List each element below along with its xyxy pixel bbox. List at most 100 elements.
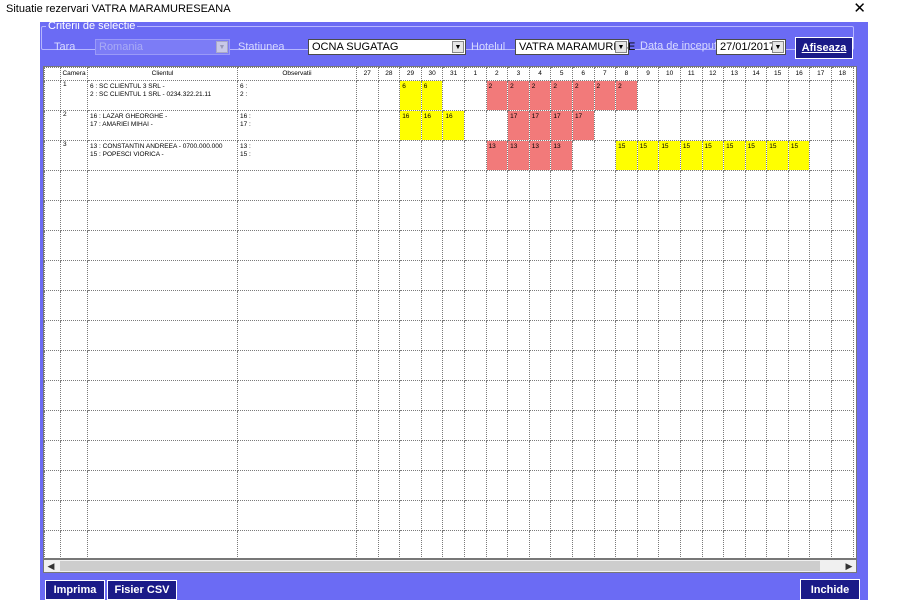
cell-day[interactable]: [831, 230, 854, 261]
cell-day[interactable]: [787, 500, 811, 531]
cell-day[interactable]: [787, 260, 811, 291]
cell-day[interactable]: [550, 380, 573, 411]
cell-day[interactable]: 2: [615, 80, 638, 111]
cell-day[interactable]: [831, 440, 854, 471]
cell-day[interactable]: [744, 470, 768, 501]
cell-clientul[interactable]: 6 : SC CLIENTUL 3 SRL -2 : SC CLIENTUL 1…: [87, 80, 238, 111]
cell-day[interactable]: [377, 230, 401, 261]
cell-day[interactable]: [809, 500, 833, 531]
cell-day[interactable]: [593, 170, 617, 201]
cell-day[interactable]: [679, 410, 703, 441]
cell-day[interactable]: [831, 80, 854, 111]
cell-day[interactable]: [636, 380, 660, 411]
cell-clientul[interactable]: [87, 200, 238, 231]
cell-day[interactable]: [787, 350, 811, 381]
cell-day[interactable]: [485, 230, 509, 261]
cell-day[interactable]: [593, 260, 617, 291]
cell-camera[interactable]: [60, 260, 88, 291]
cell-day[interactable]: [463, 290, 487, 321]
cell-observatii[interactable]: [237, 320, 357, 351]
cell-day[interactable]: [399, 470, 422, 501]
cell-day[interactable]: [723, 290, 746, 321]
table-row[interactable]: 3 13 : CONSTANTIN ANDREEA - 0700.000.000 1…: [44, 140, 854, 171]
cell-day[interactable]: [809, 110, 833, 141]
cell-day[interactable]: [615, 170, 638, 201]
cell-day[interactable]: [787, 320, 811, 351]
cell-day[interactable]: [420, 350, 444, 381]
cell-day[interactable]: [420, 140, 444, 171]
cell-camera[interactable]: [60, 290, 88, 321]
cell-day[interactable]: [701, 410, 725, 441]
cell-observatii[interactable]: [237, 380, 357, 411]
cell-day[interactable]: [701, 350, 725, 381]
cell-day[interactable]: [809, 80, 833, 111]
row-selector[interactable]: [44, 110, 61, 141]
cell-day[interactable]: [463, 440, 487, 471]
cell-day[interactable]: [809, 470, 833, 501]
cell-day[interactable]: [485, 290, 509, 321]
cell-day[interactable]: [744, 80, 768, 111]
cell-day[interactable]: 15: [679, 140, 703, 171]
cell-day[interactable]: [507, 350, 530, 381]
cell-observatii[interactable]: [237, 290, 357, 321]
cell-day[interactable]: [744, 230, 768, 261]
cell-day[interactable]: [485, 410, 509, 441]
cell-day[interactable]: [593, 350, 617, 381]
cell-day[interactable]: [571, 260, 595, 291]
cell-day[interactable]: [442, 410, 465, 441]
cell-day[interactable]: [571, 410, 595, 441]
cell-day[interactable]: [571, 470, 595, 501]
cell-day[interactable]: [528, 530, 552, 558]
hotelul-select[interactable]: VATRA MARAMURESE ▼: [515, 39, 635, 55]
cell-day[interactable]: [463, 170, 487, 201]
cell-day[interactable]: [787, 80, 811, 111]
cell-day[interactable]: [377, 470, 401, 501]
cell-day[interactable]: [679, 500, 703, 531]
cell-day[interactable]: [420, 380, 444, 411]
cell-day[interactable]: [766, 410, 789, 441]
cell-day[interactable]: [485, 260, 509, 291]
cell-day[interactable]: [420, 410, 444, 441]
cell-observatii[interactable]: 16 :17 :: [237, 110, 357, 141]
cell-day[interactable]: [399, 350, 422, 381]
cell-day[interactable]: [679, 350, 703, 381]
cell-day[interactable]: [399, 200, 422, 231]
cell-clientul[interactable]: [87, 440, 238, 471]
cell-day[interactable]: [485, 530, 509, 558]
cell-day[interactable]: [766, 80, 789, 111]
cell-camera[interactable]: [60, 320, 88, 351]
cell-day[interactable]: [550, 440, 573, 471]
cell-day[interactable]: [528, 500, 552, 531]
cell-day[interactable]: [442, 170, 465, 201]
cell-day[interactable]: [593, 410, 617, 441]
cell-day[interactable]: [356, 290, 379, 321]
cell-day[interactable]: [593, 140, 617, 171]
cell-day[interactable]: [787, 440, 811, 471]
cell-day[interactable]: [744, 170, 768, 201]
cell-day[interactable]: [701, 470, 725, 501]
cell-day[interactable]: [658, 320, 681, 351]
cell-day[interactable]: [420, 500, 444, 531]
cell-observatii[interactable]: [237, 350, 357, 381]
cell-observatii[interactable]: [237, 200, 357, 231]
cell-day[interactable]: [658, 380, 681, 411]
fisier-csv-button[interactable]: Fisier CSV: [107, 580, 177, 600]
cell-day[interactable]: [744, 500, 768, 531]
cell-clientul[interactable]: [87, 500, 238, 531]
cell-day[interactable]: [399, 170, 422, 201]
cell-observatii[interactable]: 6 :2 :: [237, 80, 357, 111]
cell-day[interactable]: [485, 200, 509, 231]
cell-day[interactable]: [744, 350, 768, 381]
cell-day[interactable]: [571, 170, 595, 201]
cell-day[interactable]: [420, 230, 444, 261]
statiunea-select[interactable]: OCNA SUGATAG ▼: [308, 39, 466, 55]
cell-day[interactable]: [831, 140, 854, 171]
cell-day[interactable]: [658, 170, 681, 201]
cell-day[interactable]: 17: [571, 110, 595, 141]
cell-day[interactable]: [550, 350, 573, 381]
cell-day[interactable]: 15: [744, 140, 768, 171]
row-selector[interactable]: [44, 350, 61, 381]
cell-day[interactable]: [615, 440, 638, 471]
cell-day[interactable]: [463, 80, 487, 111]
cell-day[interactable]: [420, 260, 444, 291]
